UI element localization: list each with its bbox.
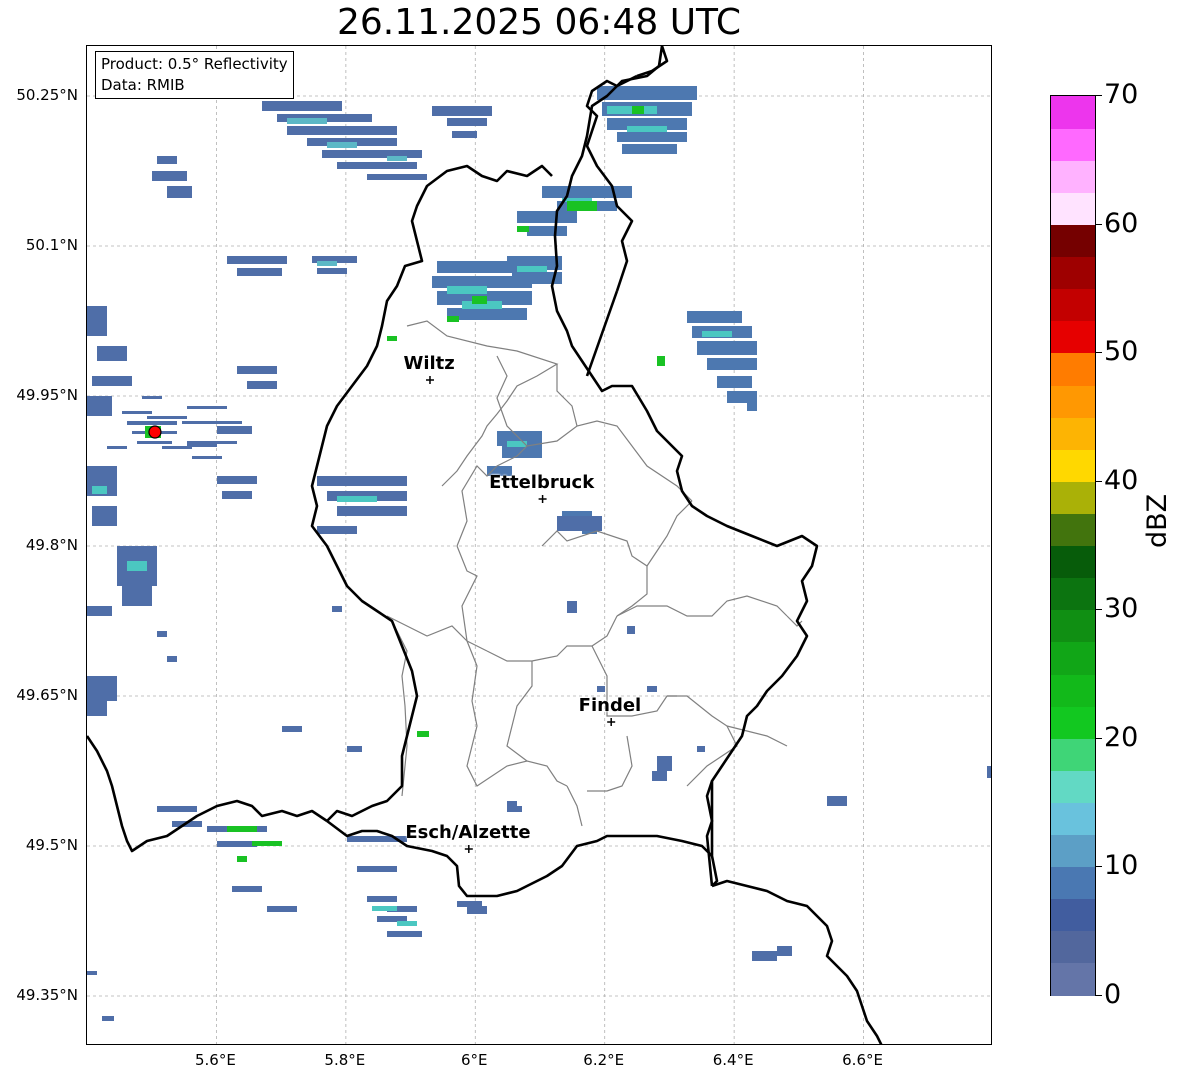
echo-cluster-nw [152,101,492,276]
data-source-label: Data: RMIB [101,76,185,94]
echo-cluster-ne [542,86,757,411]
colorbar-tick-mark [1096,95,1102,96]
echo-cluster-mid [157,516,705,807]
colorbar-segment [1051,256,1095,290]
product-label: Product: 0.5° Reflectivity [101,55,288,73]
radar-site-marker [148,425,162,439]
lat-tick-label: 50.1°N [25,236,78,254]
lon-tick-label: 6°E [461,1051,488,1069]
colorbar-tick-label: 60 [1104,207,1139,239]
colorbar-segment [1051,417,1095,450]
colorbar-segment [1051,160,1095,193]
colorbar-segment [1051,481,1095,514]
graticule [87,46,991,1044]
city-label: Findel [578,695,642,716]
colorbar-segment [1051,352,1095,386]
colorbar-tick-mark [1096,480,1102,482]
colorbar-tick-label: 70 [1104,79,1139,110]
colorbar-tick-mark [1096,609,1102,611]
colorbar-tick-mark [1096,866,1102,868]
colorbar-segment [1051,192,1095,226]
city-marker [538,495,547,503]
colorbar-tick-label: 40 [1104,464,1139,496]
city-label: Esch/Alzette [405,822,531,843]
city-marker [607,718,616,726]
colorbar-segment [1051,641,1095,675]
colorbar-segment [1051,320,1095,354]
colorbar-tick-mark [1096,352,1102,354]
colorbar-segment [1051,962,1095,996]
lat-tick-label: 50.25°N [16,86,78,104]
colorbar [1050,95,1096,996]
lon-tick-label: 6.4°E [712,1051,754,1069]
echo-cluster-west [87,306,407,716]
colorbar-tick-mark [1096,737,1102,739]
colorbar-segment [1051,128,1095,161]
radar-site-dot [148,425,162,439]
colorbar-tick-label: 50 [1104,336,1139,368]
city-label: Wiltz [403,353,455,374]
lat-tick-label: 49.5°N [25,836,78,854]
colorbar-segment [1051,513,1095,547]
lat-tick-label: 49.95°N [16,386,78,404]
colorbar-segment [1051,770,1095,803]
colorbar-tick-label: 0 [1104,979,1122,1010]
colorbar-segment [1051,449,1095,482]
colorbar-segment [1051,545,1095,579]
colorbar-segment [1051,930,1095,964]
city-marker [425,376,434,384]
map-title: 26.11.2025 06:48 UTC [336,2,742,43]
lon-tick-label: 5.6°E [195,1051,236,1069]
colorbar-segment [1051,288,1095,322]
colorbar-segment [1051,738,1095,771]
colorbar-segment [1051,673,1095,707]
colorbar-label: dBZ [1142,493,1173,548]
echo-cluster-south [87,756,991,1021]
colorbar-tick-label: 30 [1104,593,1139,625]
colorbar-segment [1051,706,1095,739]
lon-tick-label: 6.2°E [583,1051,625,1069]
colorbar-tick-mark [1096,995,1102,996]
echo-cluster-north-light [447,196,592,447]
colorbar-segment [1051,224,1095,258]
city-label: Ettelbruck [489,472,595,493]
echo-cluster-south-green [227,731,429,862]
product-info-box: Product: 0.5° Reflectivity Data: RMIB [95,51,294,99]
colorbar-tick-label: 20 [1104,721,1139,753]
colorbar-segment [1051,577,1095,611]
lon-tick-label: 5.8°E [324,1051,366,1069]
colorbar-segment [1051,802,1095,836]
colorbar-segment [1051,834,1095,868]
lon-tick-label: 6.6°E [842,1051,883,1069]
colorbar-segment [1051,384,1095,418]
colorbar-tick-label: 10 [1104,850,1139,882]
radar-map[interactable] [86,45,992,1045]
map-canvas [87,46,991,1044]
colorbar-segment [1051,96,1095,129]
lat-tick-label: 49.65°N [16,686,78,704]
colorbar-tick-mark [1096,223,1102,225]
country-borders [87,46,883,1044]
colorbar-segment [1051,609,1095,643]
lat-tick-label: 49.35°N [16,986,78,1004]
colorbar-segment [1051,866,1095,900]
lat-tick-label: 49.8°N [25,536,78,554]
colorbar-segment [1051,898,1095,932]
